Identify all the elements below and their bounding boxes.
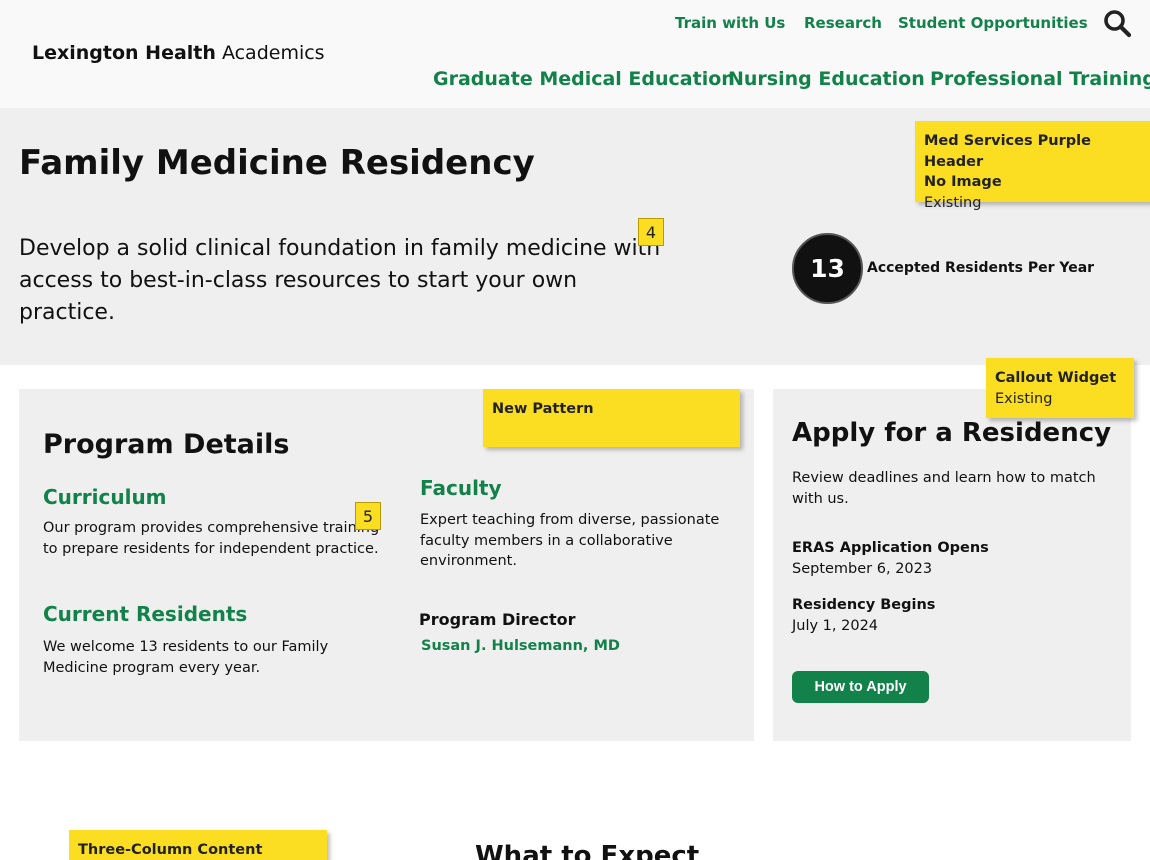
apply-description: Review deadlines and learn how to match … [792,470,1096,507]
stat-label: Accepted Residents Per Year [867,260,1095,276]
curriculum-heading: Curriculum [43,485,167,509]
annotation-note-callout: Callout Widget Existing [986,358,1134,418]
note-line: Existing [924,194,982,211]
annotation-note-three-column: Three-Column Content Blocks [69,830,327,860]
page-title: Family Medicine Residency [19,143,535,183]
main-nav-nursing-education[interactable]: Nursing Education [728,68,925,90]
annotation-note-header: Med Services Purple Header No Image Exis… [915,121,1150,211]
note-line: Med Services Purple Header [924,133,1091,170]
stat-circle: 13 [792,233,863,304]
current-residents-heading: Current Residents [43,602,248,626]
program-director-label: Program Director [419,610,576,629]
note-line: Callout Widget [995,370,1117,386]
stat-value: 13 [810,254,845,283]
util-nav-student-opportunities[interactable]: Student Opportunities [898,14,1088,34]
search-icon[interactable] [1102,8,1132,38]
program-director-link[interactable]: Susan J. Hulsemann, MD [421,638,620,654]
main-nav-graduate-medical-education[interactable]: Graduate Medical Education [433,68,735,90]
what-to-expect-heading: What to Expect [475,841,700,860]
eras-opens-label: ERAS Application Opens [792,540,989,556]
program-details-title: Program Details [43,429,290,460]
apply-callout-panel: Apply for a Residency Review deadlines a… [773,389,1131,741]
faculty-heading: Faculty [420,476,502,500]
annotation-marker-5: 5 [355,502,381,530]
hero-description: Develop a solid clinical foundation in f… [19,236,661,325]
note-line: Existing [995,390,1053,407]
faculty-text: Expert teaching from diverse, passionate… [420,512,720,569]
note-line: New Pattern [492,401,594,417]
eras-opens-date: September 6, 2023 [792,561,933,577]
main-nav-professional-training[interactable]: Professional Training [930,68,1150,90]
apply-title: Apply for a Residency [792,418,1112,448]
site-logo[interactable]: Lexington Health Academics [32,42,325,64]
logo-bold-text: Lexington Health [32,42,216,64]
residency-begins-label: Residency Begins [792,597,936,613]
curriculum-text: Our program provides comprehensive train… [43,520,380,557]
annotation-marker-4: 4 [638,218,664,246]
residency-begins-date: July 1, 2024 [792,618,879,634]
annotation-note-new-pattern: New Pattern [483,389,740,447]
how-to-apply-button[interactable]: How to Apply [792,671,929,703]
util-nav-research[interactable]: Research [804,14,882,34]
note-line: Three-Column Content Blocks [78,842,263,858]
logo-regular-text: Academics [215,42,325,64]
current-residents-text: We welcome 13 residents to our Family Me… [43,639,329,676]
note-line: No Image [924,174,1002,190]
util-nav-train-with-us[interactable]: Train with Us [675,14,785,34]
site-header: Lexington Health Academics Train with Us… [0,0,1150,108]
